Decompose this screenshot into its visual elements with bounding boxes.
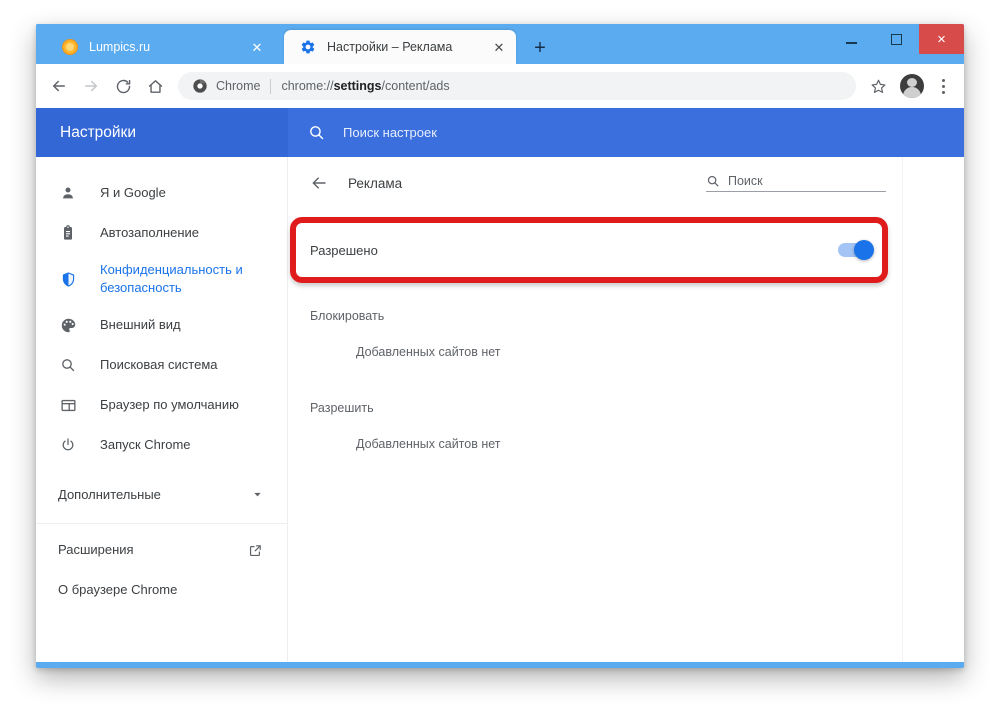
- toggle-knob: [854, 240, 874, 260]
- settings-sidebar: Я и Google Автозаполнение Конфиденциальн…: [36, 157, 288, 662]
- sidebar-item-search-engine[interactable]: Поисковая система: [36, 345, 287, 385]
- minimize-button[interactable]: [829, 24, 874, 54]
- address-bar[interactable]: Chrome chrome://settings/content/ads: [178, 72, 856, 100]
- home-icon[interactable]: [140, 71, 170, 101]
- sidebar-item-label: Поисковая система: [100, 357, 218, 373]
- section-heading: Блокировать: [310, 309, 385, 323]
- page-title: Реклама: [348, 175, 403, 191]
- content-search-placeholder: Поиск: [728, 174, 763, 188]
- close-icon[interactable]: ✕: [248, 38, 266, 56]
- settings-page: Настройки Поиск настроек Я и Google Авто…: [36, 108, 964, 662]
- sidebar-item-on-startup[interactable]: Запуск Chrome: [36, 425, 287, 465]
- browser-window: Lumpics.ru ✕ Настройки – Реклама ✕ + × C…: [36, 24, 964, 668]
- tab-strip: Lumpics.ru ✕ Настройки – Реклама ✕ + ×: [36, 24, 964, 64]
- palette-icon: [58, 317, 78, 334]
- settings-content-column: Реклама Поиск Разрешено Блокировать Доба…: [288, 157, 903, 662]
- reload-icon[interactable]: [108, 71, 138, 101]
- empty-state-text: Добавленных сайтов нет: [356, 437, 501, 451]
- maximize-button[interactable]: [874, 24, 919, 54]
- forward-icon[interactable]: [76, 71, 106, 101]
- sidebar-item-autofill[interactable]: Автозаполнение: [36, 213, 287, 253]
- sidebar-item-about-chrome[interactable]: О браузере Chrome: [36, 570, 287, 610]
- tab-settings[interactable]: Настройки – Реклама ✕: [284, 30, 516, 64]
- settings-header: Настройки Поиск настроек: [36, 108, 964, 157]
- sidebar-item-default-browser[interactable]: Браузер по умолчанию: [36, 385, 287, 425]
- power-icon: [58, 437, 78, 453]
- back-icon[interactable]: [306, 170, 332, 196]
- sidebar-item-label: Я и Google: [100, 185, 166, 201]
- search-icon: [58, 357, 78, 373]
- gear-favicon-icon: [300, 39, 316, 55]
- settings-content: Реклама Поиск Разрешено Блокировать Доба…: [288, 157, 964, 662]
- toggle-label: Разрешено: [310, 242, 378, 258]
- close-window-button[interactable]: ×: [919, 24, 964, 54]
- settings-search-input[interactable]: Поиск настроек: [288, 108, 964, 157]
- clipboard-icon: [58, 225, 78, 241]
- empty-state-text: Добавленных сайтов нет: [356, 345, 501, 359]
- url-bold-segment: settings: [333, 79, 382, 93]
- sidebar-item-advanced[interactable]: Дополнительные: [36, 473, 287, 517]
- window-controls: ×: [829, 24, 964, 54]
- settings-search-placeholder: Поиск настроек: [343, 125, 437, 140]
- new-tab-button[interactable]: +: [528, 36, 552, 60]
- sidebar-item-label: Расширения: [58, 542, 134, 558]
- screenshot-root: Lumpics.ru ✕ Настройки – Реклама ✕ + × C…: [0, 0, 1000, 710]
- settings-brand-title: Настройки: [60, 123, 137, 141]
- person-icon: [58, 185, 78, 201]
- sidebar-item-privacy-and-security[interactable]: Конфиденциальность и безопасность: [36, 253, 287, 305]
- omnibox-divider: [270, 78, 272, 94]
- chevron-down-icon: [252, 489, 263, 502]
- sidebar-divider: [36, 523, 287, 524]
- sidebar-item-you-and-google[interactable]: Я и Google: [36, 173, 287, 213]
- avatar[interactable]: [900, 74, 924, 98]
- allow-section: Разрешить Добавленных сайтов нет: [288, 359, 902, 451]
- chrome-menu-icon[interactable]: [932, 72, 954, 100]
- content-search-input[interactable]: Поиск: [706, 174, 886, 192]
- block-section: Блокировать Добавленных сайтов нет: [288, 283, 902, 359]
- sidebar-item-label: О браузере Chrome: [58, 582, 178, 598]
- shield-icon: [58, 271, 78, 288]
- sidebar-item-label: Конфиденциальность и безопасность: [100, 262, 243, 295]
- section-heading: Разрешить: [310, 401, 374, 415]
- sidebar-item-label: Автозаполнение: [100, 225, 200, 241]
- external-link-icon: [248, 543, 263, 558]
- sidebar-item-label: Запуск Chrome: [100, 437, 191, 453]
- browser-window-icon: [58, 397, 78, 414]
- ads-allowed-toggle[interactable]: [838, 240, 874, 260]
- sidebar-item-label: Браузер по умолчанию: [100, 397, 239, 413]
- close-icon[interactable]: ✕: [490, 38, 508, 56]
- settings-body: Я и Google Автозаполнение Конфиденциальн…: [36, 157, 964, 662]
- ads-allowed-toggle-row[interactable]: Разрешено: [288, 217, 902, 283]
- tab-lumpics[interactable]: Lumpics.ru ✕: [46, 30, 274, 64]
- back-icon[interactable]: [44, 71, 74, 101]
- star-icon[interactable]: [864, 72, 892, 100]
- url-suffix: /content/ads: [381, 79, 450, 93]
- omnibox-url: chrome://settings/content/ads: [281, 79, 449, 93]
- sidebar-item-extensions[interactable]: Расширения: [36, 530, 287, 570]
- search-icon: [706, 174, 720, 188]
- url-prefix: chrome://: [281, 79, 334, 93]
- omnibox-scheme-label: Chrome: [216, 79, 261, 93]
- sidebar-item-label: Дополнительные: [58, 487, 161, 503]
- browser-toolbar: Chrome chrome://settings/content/ads: [36, 64, 964, 108]
- tab-title: Настройки – Реклама: [327, 40, 453, 54]
- sidebar-item-label: Внешний вид: [100, 317, 181, 333]
- search-icon: [308, 124, 325, 141]
- sidebar-item-appearance[interactable]: Внешний вид: [36, 305, 287, 345]
- content-topbar: Реклама Поиск: [288, 157, 902, 209]
- content-gutter: [903, 157, 964, 662]
- chrome-security-icon: [192, 78, 208, 94]
- tab-title: Lumpics.ru: [89, 40, 151, 54]
- orange-circle-favicon-icon: [62, 39, 78, 55]
